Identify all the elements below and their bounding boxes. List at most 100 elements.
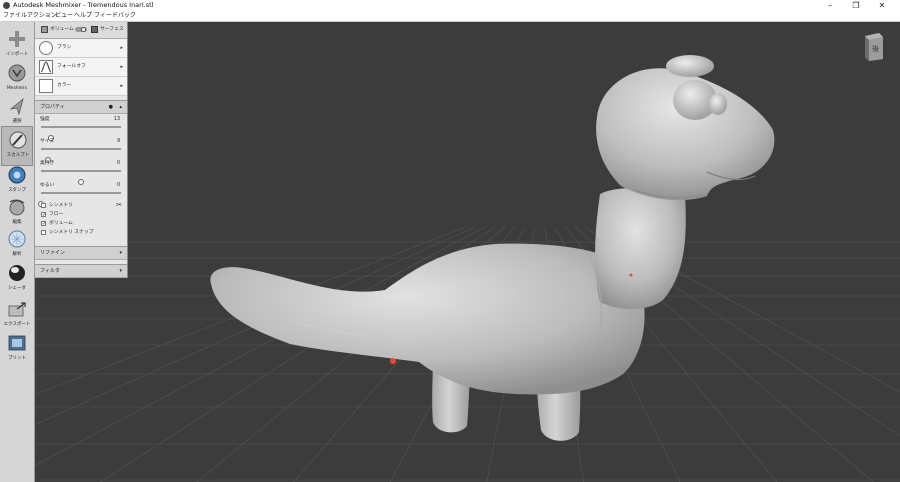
scene-svg: [35, 55, 900, 482]
brush-marker: [390, 358, 396, 364]
slider-size-value: 9: [116, 139, 120, 144]
falloff-curve-icon: [39, 60, 53, 74]
falloff-arrow-icon: ▸: [120, 64, 123, 70]
checkbox-symmetry-snap-box[interactable]: [41, 230, 46, 235]
slider-size[interactable]: サイズ 9: [35, 136, 127, 163]
plus-icon: [9, 31, 25, 47]
slider-strength-value: 13: [113, 117, 120, 122]
tool-shader[interactable]: シェーダ: [1, 260, 33, 300]
checkbox-symmetry-box[interactable]: [41, 203, 46, 208]
filter-header[interactable]: フィルタ ▾: [35, 264, 127, 278]
close-button[interactable]: ✕: [871, 0, 893, 11]
tool-sculpt[interactable]: スカルプト: [1, 126, 33, 166]
slider-size-label: サイズ: [40, 139, 55, 144]
tool-import-label: インポート: [5, 52, 29, 57]
select-arrow-icon: [9, 97, 24, 115]
print-icon: [8, 335, 26, 351]
window-title: Autodesk Meshmixer - Tremendous Inari.st…: [13, 1, 154, 9]
slider-lazy-label: ゆるい: [40, 183, 55, 188]
slider-strength[interactable]: 強度 13: [35, 114, 127, 141]
tool-sidebar: インポート Meshmix 選択 スカルプト スタンプ 編集 解析 シェーダ エ…: [0, 22, 35, 482]
tool-export-label: エクスポート: [3, 322, 31, 327]
properties-settings-icon[interactable]: ●: [109, 103, 113, 111]
checkbox-volume[interactable]: ✓ ボリューム: [35, 220, 127, 229]
mode-volume-label[interactable]: ボリューム: [50, 26, 74, 33]
checkbox-symmetry-snap-label: シンメトリ スナップ: [49, 230, 94, 235]
export-icon: [8, 302, 26, 317]
slider-depth-label: 奥行き: [40, 161, 55, 166]
mode-switch[interactable]: [75, 27, 87, 32]
surface-icon: [91, 26, 98, 33]
menu-help[interactable]: ヘルプ: [74, 12, 92, 20]
tool-print-label: プリント: [8, 356, 26, 361]
refine-expand-icon[interactable]: ▾: [119, 249, 122, 257]
checkbox-symmetry-label: シンメトリ: [49, 203, 73, 208]
color-arrow-icon: ▸: [120, 83, 123, 89]
falloff-row[interactable]: フォールオフ ▸: [35, 58, 127, 77]
tool-shader-label: シェーダ: [8, 286, 26, 291]
menu-bar: ファイル アクション ビュー ヘルプ フィードバック: [0, 11, 900, 22]
slider-lazy-value: 0: [116, 183, 120, 188]
filter-title: フィルタ: [40, 268, 60, 274]
brush-circle-icon: [39, 41, 53, 55]
pivot-marker: [629, 273, 633, 277]
checkbox-flow-label: フロー: [49, 212, 64, 217]
view-cube-face-label: 後: [872, 45, 879, 53]
viewport-3d[interactable]: [35, 22, 900, 482]
slider-depth-value: 0: [116, 161, 120, 166]
view-cube[interactable]: 後: [862, 31, 886, 62]
restore-button[interactable]: ❐: [845, 0, 867, 11]
tool-analysis-label: 解析: [12, 252, 22, 257]
checkbox-flow[interactable]: ✓ フロー: [35, 211, 127, 220]
menu-feedback[interactable]: フィードバック: [94, 12, 136, 20]
brush-arrow-icon: ▸: [120, 45, 123, 51]
menu-view[interactable]: ビュー: [55, 12, 73, 20]
slider-lazy[interactable]: ゆるい 0: [35, 180, 127, 207]
edit-icon: [9, 199, 25, 216]
tool-print[interactable]: プリント: [1, 330, 33, 370]
app-icon: [3, 2, 10, 9]
sculpt-panel: ボリューム サーフェス ブラシ ▸ フォールオフ ▸ カラー ▸ プロパティ ●…: [35, 22, 128, 278]
brush-row[interactable]: ブラシ ▸: [35, 39, 127, 58]
mode-surface-label[interactable]: サーフェス: [100, 26, 124, 33]
title-bar: Autodesk Meshmixer - Tremendous Inari.st…: [0, 0, 900, 11]
checkbox-volume-box[interactable]: ✓: [41, 221, 46, 227]
symmetry-scissors-icon[interactable]: ✂: [116, 201, 122, 210]
slider-strength-track[interactable]: [41, 126, 121, 141]
slider-depth[interactable]: 奥行き 0: [35, 158, 127, 185]
dinosaur-mesh: [210, 55, 775, 441]
shader-sphere-icon: [9, 265, 25, 281]
brush-icon: [9, 131, 27, 149]
mode-toggle: ボリューム サーフェス: [35, 22, 127, 39]
refine-title: リファイン: [40, 250, 66, 256]
slider-lazy-track[interactable]: [38, 192, 121, 207]
tool-select-label: 選択: [12, 119, 22, 124]
tool-sculpt-label: スカルプト: [6, 153, 30, 158]
analysis-icon: [8, 230, 26, 248]
minimize-button[interactable]: –: [819, 0, 841, 11]
refine-header[interactable]: リファイン ▾: [35, 246, 127, 260]
menu-action[interactable]: アクション: [27, 12, 57, 20]
filter-expand-icon[interactable]: ▾: [119, 267, 122, 275]
meshmix-icon: [8, 64, 26, 82]
slider-strength-label: 強度: [40, 117, 50, 122]
properties-collapse-icon[interactable]: ▴: [119, 103, 122, 111]
tool-meshmix-label: Meshmix: [6, 86, 28, 91]
stamp-icon: [8, 166, 26, 184]
color-swatch-icon: [39, 79, 53, 93]
checkbox-symmetry-snap[interactable]: シンメトリ スナップ: [35, 229, 127, 238]
properties-header[interactable]: プロパティ ● ▴: [35, 100, 127, 114]
brush-label: ブラシ: [57, 45, 72, 50]
color-row[interactable]: カラー ▸: [35, 77, 127, 96]
properties-body: 強度 13 サイズ 9 奥行き 0 ゆるい 0 シンメトリ ✂ ✓ フロー ✓ …: [35, 114, 127, 242]
properties-title: プロパティ: [40, 104, 65, 110]
slider-depth-track[interactable]: [41, 170, 121, 185]
volume-icon: [41, 26, 48, 33]
checkbox-flow-box[interactable]: ✓: [41, 212, 46, 218]
checkbox-symmetry[interactable]: シンメトリ ✂: [35, 201, 127, 211]
slider-size-track[interactable]: [41, 148, 121, 163]
falloff-label: フォールオフ: [57, 64, 86, 69]
menu-file[interactable]: ファイル: [3, 12, 27, 20]
checkbox-volume-label: ボリューム: [49, 221, 73, 226]
color-label: カラー: [57, 83, 72, 88]
